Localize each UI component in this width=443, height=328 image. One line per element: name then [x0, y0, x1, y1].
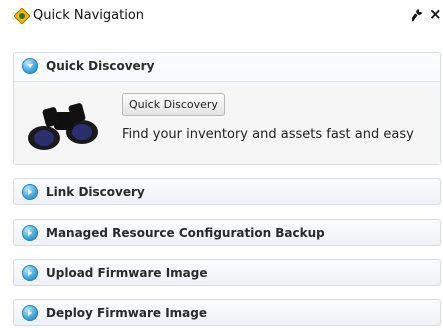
panel-deploy-firmware-image: Deploy Firmware Image: [13, 299, 441, 326]
collapse-icon[interactable]: [22, 58, 38, 74]
expand-icon[interactable]: [22, 265, 38, 281]
panel-quick-discovery: Quick Discovery Quick Discovery Find you…: [13, 52, 441, 165]
panel-header-upload-firmware-image[interactable]: Upload Firmware Image: [14, 260, 440, 287]
expand-icon[interactable]: [22, 305, 38, 321]
panel-upload-firmware-image: Upload Firmware Image: [13, 259, 441, 286]
panel-title: Upload Firmware Image: [46, 266, 208, 280]
panel-title: Link Discovery: [46, 185, 145, 199]
panel-link-discovery: Link Discovery: [13, 178, 441, 205]
close-icon[interactable]: ×: [429, 6, 442, 22]
quick-discovery-button[interactable]: Quick Discovery: [122, 93, 225, 116]
panel-managed-resource-configuration-backup: Managed Resource Configuration Backup: [13, 219, 441, 246]
quick-navigation-icon: [14, 8, 30, 24]
panel-title: Managed Resource Configuration Backup: [46, 226, 325, 240]
title-bar: Quick Navigation ×: [0, 0, 443, 34]
expand-icon[interactable]: [22, 184, 38, 200]
wrench-icon[interactable]: [412, 8, 424, 22]
page-title: Quick Navigation: [33, 8, 145, 23]
panel-header-quick-discovery[interactable]: Quick Discovery: [14, 53, 440, 80]
panel-header-managed-resource-configuration-backup[interactable]: Managed Resource Configuration Backup: [14, 220, 440, 247]
expand-icon[interactable]: [22, 225, 38, 241]
panel-body-quick-discovery: Quick Discovery Find your inventory and …: [14, 81, 440, 164]
quick-discovery-description: Find your inventory and assets fast and …: [122, 127, 414, 142]
panel-title: Quick Discovery: [46, 59, 155, 73]
panel-header-link-discovery[interactable]: Link Discovery: [14, 179, 440, 206]
panel-title: Deploy Firmware Image: [46, 306, 207, 320]
panel-header-deploy-firmware-image[interactable]: Deploy Firmware Image: [14, 300, 440, 327]
binoculars-icon: [28, 103, 98, 150]
